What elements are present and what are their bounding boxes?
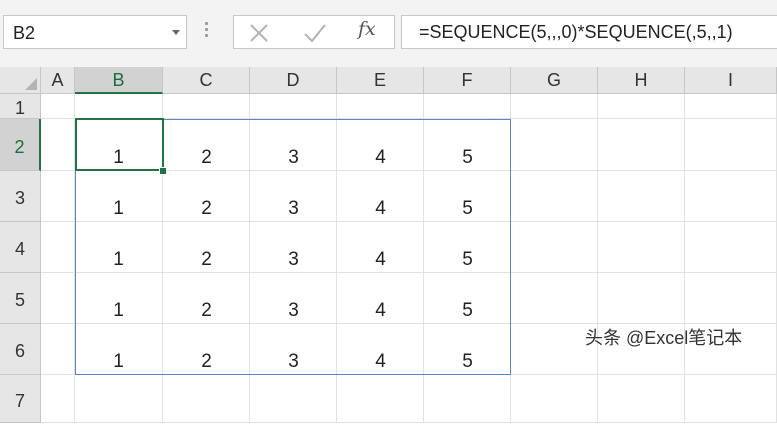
row-header-6[interactable]: 6 bbox=[0, 324, 41, 375]
cell-C3[interactable]: 2 bbox=[163, 171, 250, 222]
cell-D2[interactable]: 3 bbox=[250, 119, 337, 171]
column-header-i[interactable]: I bbox=[685, 67, 777, 94]
cell-F3[interactable]: 5 bbox=[424, 171, 511, 222]
cell-F6[interactable]: 5 bbox=[424, 324, 511, 375]
column-header-e[interactable]: E bbox=[337, 67, 424, 94]
column-header-b[interactable]: B bbox=[75, 67, 163, 94]
cell-value: 1 bbox=[113, 147, 124, 168]
check-icon[interactable] bbox=[302, 22, 328, 44]
cell-value: 5 bbox=[462, 249, 473, 270]
cell-B2[interactable]: 1 bbox=[75, 119, 162, 171]
cell-C4[interactable]: 2 bbox=[163, 222, 250, 273]
insert-function-button[interactable]: fx bbox=[358, 18, 376, 40]
row-header-1[interactable]: 1 bbox=[0, 94, 41, 119]
cell-value: 1 bbox=[113, 198, 124, 219]
column-header-h[interactable]: H bbox=[598, 67, 685, 94]
cell-value: 3 bbox=[288, 351, 299, 372]
chevron-down-icon[interactable] bbox=[172, 30, 180, 35]
formula-buttons: fx bbox=[233, 15, 395, 49]
row-header-5[interactable]: 5 bbox=[0, 273, 41, 324]
cell-value: 2 bbox=[201, 249, 212, 270]
select-all-icon bbox=[25, 78, 37, 90]
formula-input[interactable]: =SEQUENCE(5,,,0)*SEQUENCE(,5,,1) bbox=[401, 15, 777, 49]
column-header-a[interactable]: A bbox=[41, 67, 75, 94]
column-header-f[interactable]: F bbox=[424, 67, 511, 94]
cell-B3[interactable]: 1 bbox=[75, 171, 162, 222]
cell-value: 5 bbox=[462, 351, 473, 372]
cell-C2[interactable]: 2 bbox=[163, 119, 250, 171]
cell-E3[interactable]: 4 bbox=[337, 171, 424, 222]
cell-E5[interactable]: 4 bbox=[337, 273, 424, 324]
cell-E2[interactable]: 4 bbox=[337, 119, 424, 171]
cell-E4[interactable]: 4 bbox=[337, 222, 424, 273]
fill-handle[interactable] bbox=[159, 167, 167, 175]
cell-value: 2 bbox=[201, 351, 212, 372]
cell-F2[interactable]: 5 bbox=[424, 119, 511, 171]
cell-D6[interactable]: 3 bbox=[250, 324, 337, 375]
cell-value: 1 bbox=[113, 249, 124, 270]
cell-B6[interactable]: 1 bbox=[75, 324, 162, 375]
cell-value: 5 bbox=[462, 198, 473, 219]
name-box[interactable]: B2 bbox=[3, 15, 187, 49]
cell-value: 2 bbox=[201, 300, 212, 321]
cell-C6[interactable]: 2 bbox=[163, 324, 250, 375]
select-all-button[interactable] bbox=[0, 67, 41, 94]
cell-D3[interactable]: 3 bbox=[250, 171, 337, 222]
cell-value: 4 bbox=[375, 249, 386, 270]
cell-value: 3 bbox=[288, 198, 299, 219]
cell-value: 1 bbox=[113, 300, 124, 321]
cancel-icon[interactable] bbox=[248, 22, 270, 44]
formula-bar-area: B2 fx =SEQUENCE(5,,,0)*SEQUENCE(,5,,1) bbox=[0, 0, 777, 67]
cell-F5[interactable]: 5 bbox=[424, 273, 511, 324]
column-header-g[interactable]: G bbox=[511, 67, 598, 94]
cell-value: 4 bbox=[375, 351, 386, 372]
cell-C5[interactable]: 2 bbox=[163, 273, 250, 324]
cell-value: 4 bbox=[375, 198, 386, 219]
watermark: 头条 @Excel笔记本 bbox=[585, 328, 743, 348]
name-box-value[interactable]: B2 bbox=[13, 23, 35, 44]
cell-B4[interactable]: 1 bbox=[75, 222, 162, 273]
cell-value: 5 bbox=[462, 300, 473, 321]
cell-value: 2 bbox=[201, 198, 212, 219]
cell-value: 4 bbox=[375, 300, 386, 321]
row-header-7[interactable]: 7 bbox=[0, 375, 41, 423]
cell-F4[interactable]: 5 bbox=[424, 222, 511, 273]
cell-value: 1 bbox=[113, 351, 124, 372]
cell-D4[interactable]: 3 bbox=[250, 222, 337, 273]
column-header-d[interactable]: D bbox=[250, 67, 337, 94]
column-header-c[interactable]: C bbox=[163, 67, 250, 94]
cell-value: 3 bbox=[288, 300, 299, 321]
cell-E6[interactable]: 4 bbox=[337, 324, 424, 375]
grip-icon[interactable] bbox=[205, 22, 209, 42]
row-header-2[interactable]: 2 bbox=[0, 119, 41, 171]
cell-value: 5 bbox=[462, 147, 473, 168]
formula-text[interactable]: =SEQUENCE(5,,,0)*SEQUENCE(,5,,1) bbox=[419, 22, 733, 43]
worksheet-grid[interactable]: ABCDEFGHI1234567123451234512345123451234… bbox=[0, 67, 777, 423]
cell-D5[interactable]: 3 bbox=[250, 273, 337, 324]
row-header-3[interactable]: 3 bbox=[0, 171, 41, 222]
cell-value: 2 bbox=[201, 147, 212, 168]
cell-value: 4 bbox=[375, 147, 386, 168]
cell-value: 3 bbox=[288, 147, 299, 168]
cell-value: 3 bbox=[288, 249, 299, 270]
row-header-4[interactable]: 4 bbox=[0, 222, 41, 273]
cell-B5[interactable]: 1 bbox=[75, 273, 162, 324]
